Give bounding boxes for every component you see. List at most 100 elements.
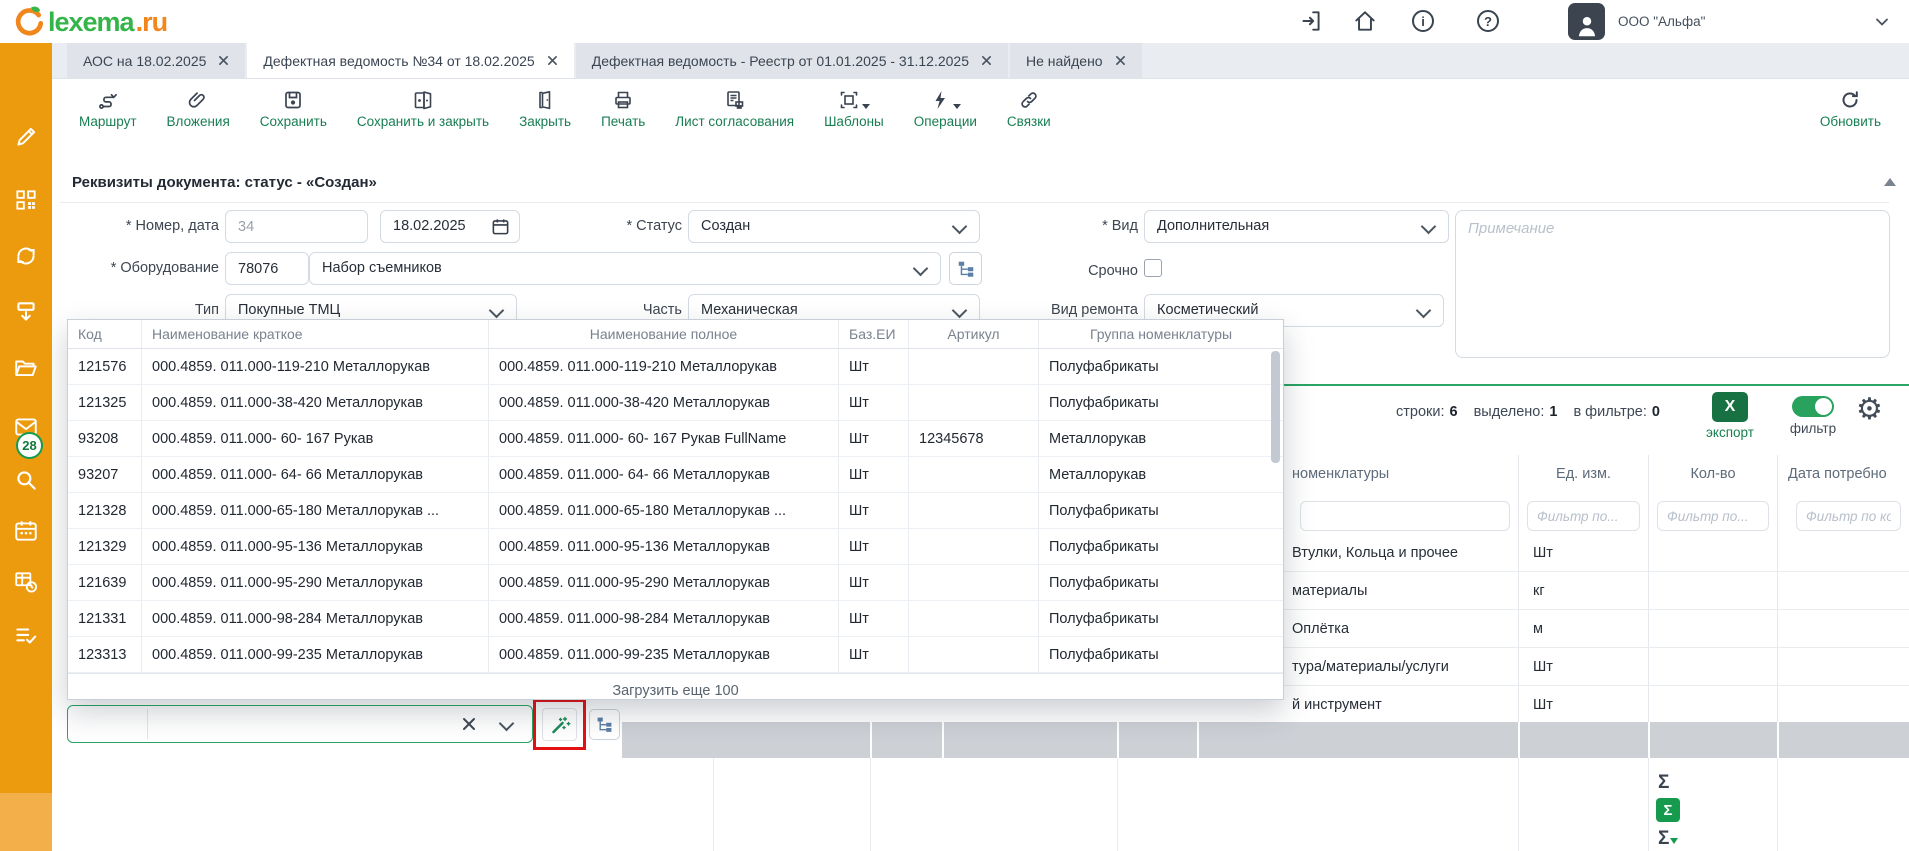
load-more-button[interactable]: Загрузить еще 100	[68, 673, 1283, 709]
chevron-down-icon[interactable]	[499, 716, 515, 732]
approval-sheet-button[interactable]: Лист согласования	[675, 87, 794, 129]
column-header[interactable]: Код	[68, 320, 141, 348]
tab-not-found[interactable]: Не найдено	[1010, 43, 1142, 78]
list-item[interactable]: 121639000.4859. 011.000-95-290 Металлору…	[68, 565, 1283, 601]
clear-icon[interactable]	[462, 717, 476, 731]
print-button[interactable]: Печать	[601, 87, 645, 129]
tab-defect-sheet[interactable]: Дефектная ведомость №34 от 18.02.2025	[247, 43, 573, 78]
list-item[interactable]: 121331000.4859. 011.000-98-284 Металлору…	[68, 601, 1283, 637]
pencil-icon[interactable]	[13, 124, 39, 150]
folder-icon[interactable]	[13, 355, 39, 381]
links-button[interactable]: Связки	[1007, 87, 1051, 129]
collapse-section-icon[interactable]	[1884, 178, 1896, 186]
list-item[interactable]: 93207000.4859. 011.000- 64- 66 Металлору…	[68, 457, 1283, 493]
attachments-button[interactable]: Вложения	[167, 87, 230, 129]
part-value: Механическая	[701, 302, 798, 318]
list-item[interactable]: 123313000.4859. 011.000-99-235 Металлору…	[68, 637, 1283, 673]
user-avatar[interactable]	[1568, 3, 1605, 40]
status-select[interactable]: Создан	[688, 210, 980, 243]
toggle-pill[interactable]	[1792, 396, 1834, 417]
checklist-icon[interactable]	[13, 623, 39, 649]
export-button[interactable]: X экспорт	[1697, 392, 1763, 440]
list-item[interactable]: 121328000.4859. 011.000-65-180 Металлору…	[68, 493, 1283, 529]
table-row[interactable]: Оплётка м	[1284, 610, 1909, 648]
operations-button[interactable]: Операции	[914, 87, 977, 129]
filter-input[interactable]	[1300, 501, 1510, 531]
lexema-logo[interactable]: lexema.ru	[12, 4, 167, 40]
equipment-tree-button[interactable]	[949, 252, 982, 285]
magic-wand-button[interactable]	[542, 708, 577, 741]
urgent-checkbox[interactable]	[1144, 259, 1162, 277]
close-button[interactable]: Закрыть	[519, 87, 571, 129]
date-input[interactable]: 18.02.2025	[380, 210, 520, 243]
tab-aos[interactable]: АОС на 18.02.2025	[67, 43, 245, 78]
exit-icon[interactable]	[1298, 8, 1324, 34]
filter-input[interactable]	[1657, 501, 1769, 531]
button-label: Печать	[601, 114, 645, 129]
table-row[interactable]: Втулки, Кольца и прочее Шт	[1284, 534, 1909, 572]
column-header[interactable]: Артикул	[908, 320, 1038, 348]
report-clock-icon[interactable]	[13, 569, 39, 595]
tab-registry[interactable]: Дефектная ведомость - Реестр от 01.01.20…	[576, 43, 1008, 78]
filter-toggle[interactable]: фильтр	[1780, 396, 1846, 436]
close-icon[interactable]	[218, 55, 229, 66]
list-item[interactable]: 93208000.4859. 011.000- 60- 167 Рукав 00…	[68, 421, 1283, 457]
print-queue-icon[interactable]	[13, 299, 39, 325]
info-icon[interactable]: i	[1412, 10, 1438, 36]
chevron-down-icon[interactable]	[1872, 12, 1898, 38]
column-header[interactable]: Дата потребно	[1777, 455, 1909, 492]
new-row-strip[interactable]	[622, 722, 1909, 758]
close-icon[interactable]	[981, 55, 992, 66]
column-header[interactable]: Кол-во	[1648, 455, 1777, 492]
equipment-code-input[interactable]	[225, 252, 309, 285]
list-item[interactable]: 121576000.4859. 011.000-119-210 Металлор…	[68, 349, 1283, 385]
gear-icon[interactable]: ⚙	[1856, 394, 1883, 426]
close-icon[interactable]	[1115, 55, 1126, 66]
route-button[interactable]: Маршрут	[79, 87, 137, 129]
column-header[interactable]: Наименование полное	[488, 320, 838, 348]
chevron-down-icon	[489, 303, 505, 319]
filter-input[interactable]	[1527, 501, 1640, 531]
column-line	[1518, 758, 1519, 851]
button-label: Сохранить и закрыть	[357, 114, 489, 129]
qty-cell	[1648, 534, 1777, 571]
sum-filtered-icon[interactable]: Σ	[1658, 828, 1678, 850]
popup-scrollbar[interactable]	[1271, 351, 1280, 463]
home-icon[interactable]	[1352, 8, 1378, 34]
sum-selected-icon[interactable]: Σ	[1656, 798, 1680, 822]
list-item[interactable]: 121329000.4859. 011.000-95-136 Металлору…	[68, 529, 1283, 565]
save-and-close-button[interactable]: Сохранить и закрыть	[357, 87, 489, 129]
help-icon[interactable]: ?	[1477, 10, 1503, 36]
sum-icon[interactable]: Σ	[1658, 772, 1669, 794]
column-header[interactable]: Наименование краткое	[141, 320, 488, 348]
filter-input[interactable]	[1796, 501, 1901, 531]
refresh-button[interactable]: Обновить	[1820, 87, 1881, 129]
column-line	[713, 758, 714, 851]
close-icon[interactable]	[547, 55, 558, 66]
calendar-icon[interactable]	[491, 217, 510, 236]
templates-button[interactable]: Шаблоны	[824, 87, 884, 129]
save-button[interactable]: Сохранить	[260, 87, 327, 129]
chevron-down-icon	[952, 303, 968, 319]
equipment-select[interactable]: Набор съемников	[309, 252, 941, 285]
qr-code-icon[interactable]	[13, 187, 39, 213]
column-header[interactable]: Баз.ЕИ	[838, 320, 908, 348]
nomenclature-tree-button[interactable]	[589, 709, 620, 740]
search-icon[interactable]	[13, 467, 39, 493]
column-header[interactable]: Ед. изм.	[1518, 455, 1648, 492]
table-row[interactable]: тура/материалы/услуги Шт	[1284, 648, 1909, 686]
nomenclature-combobox[interactable]	[67, 705, 533, 743]
column-header[interactable]: номенклатуры	[1284, 455, 1518, 492]
note-textarea[interactable]	[1455, 210, 1890, 358]
column-header[interactable]: Группа номенклатуры	[1038, 320, 1283, 348]
chevron-down-icon	[913, 261, 929, 277]
table-row[interactable]: материалы кг	[1284, 572, 1909, 610]
kind-select[interactable]: Дополнительная	[1144, 210, 1449, 243]
number-input[interactable]	[225, 210, 368, 243]
calendar-icon[interactable]	[13, 518, 39, 544]
sync-icon[interactable]	[13, 243, 39, 269]
combobox-code-input[interactable]	[70, 708, 144, 740]
type-value: Покупные ТМЦ	[238, 302, 340, 318]
table-row[interactable]: й инструмент Шт	[1284, 686, 1909, 724]
list-item[interactable]: 121325000.4859. 011.000-38-420 Металлору…	[68, 385, 1283, 421]
